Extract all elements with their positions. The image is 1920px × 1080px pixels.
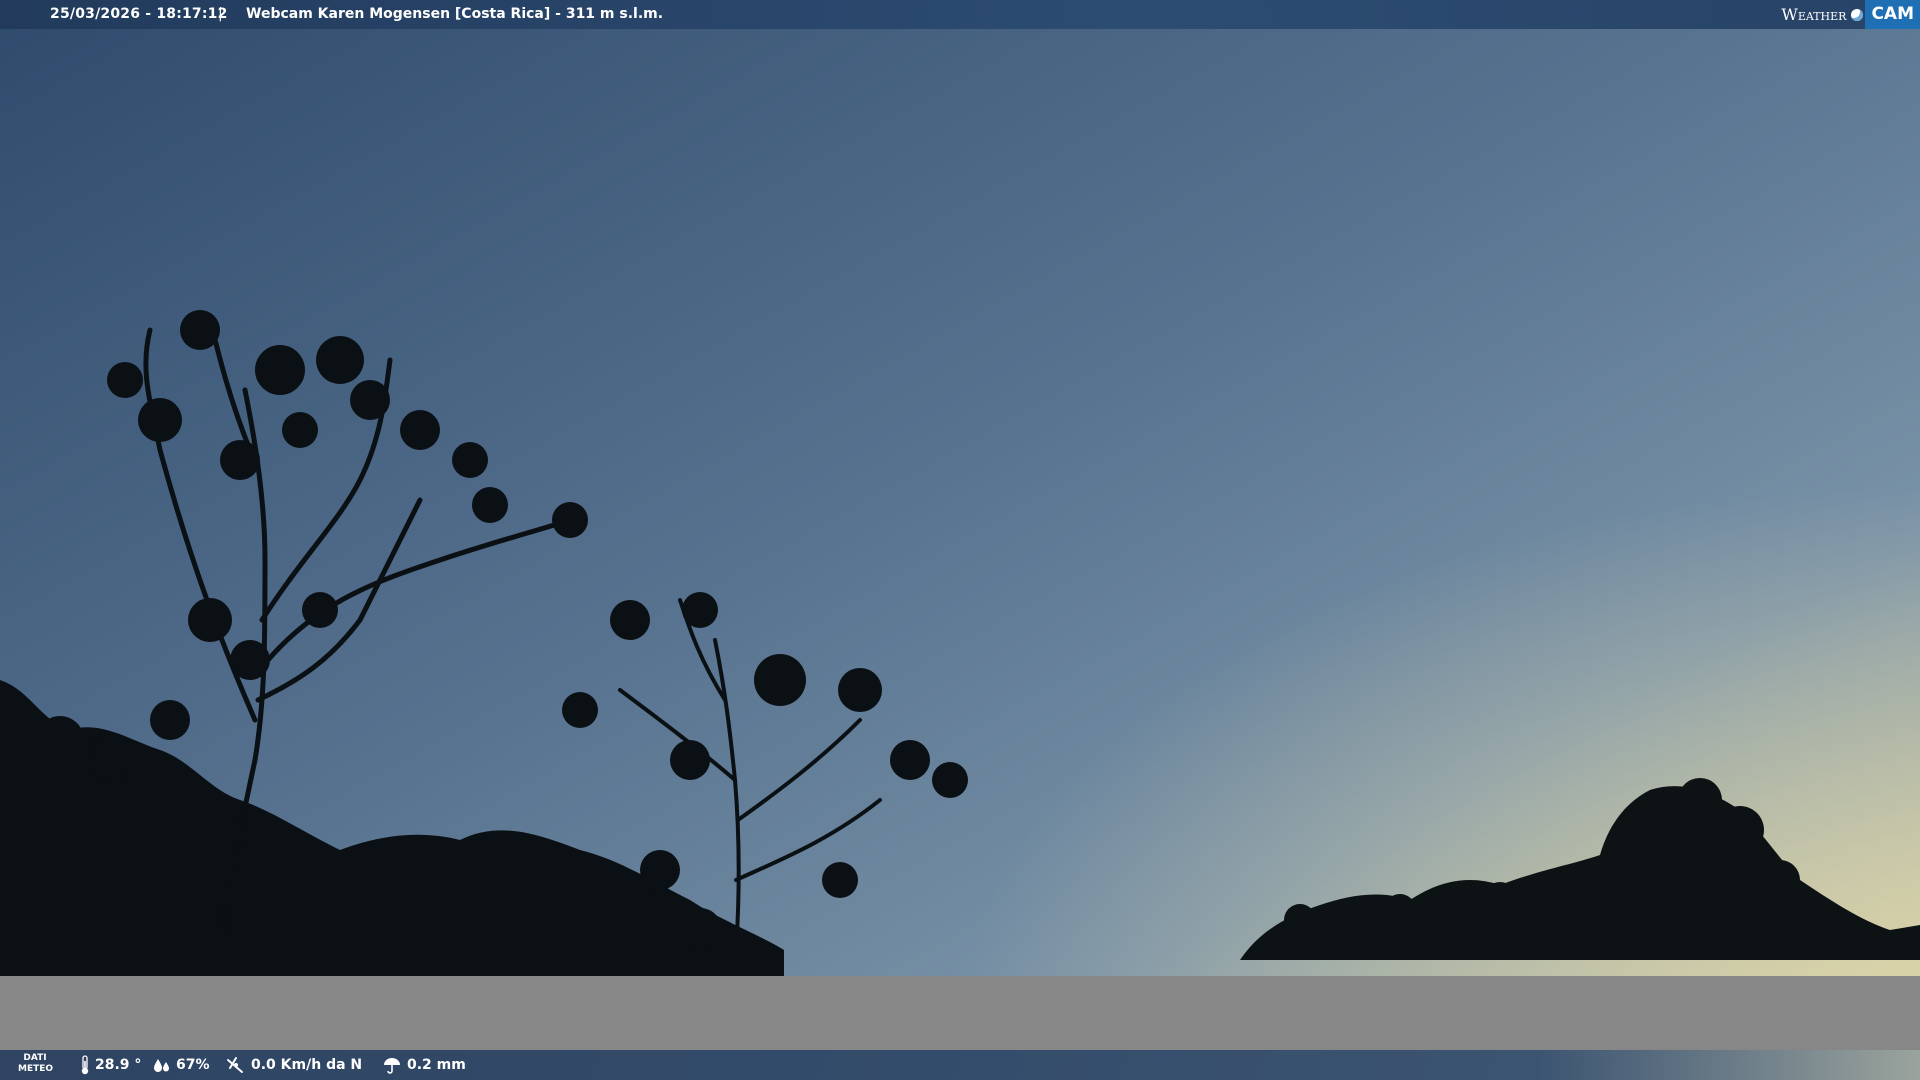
temperature-value: 28.9 ° <box>95 1057 142 1073</box>
logo-cam-text: CAM <box>1865 0 1920 29</box>
wind-value: 0.0 Km/h da N <box>251 1057 363 1073</box>
webcam-image <box>0 0 1920 1080</box>
header-separator: | <box>218 6 223 22</box>
logo-globe-icon <box>1851 8 1864 21</box>
humidity-value: 67% <box>176 1057 210 1073</box>
timestamp: 25/03/2026 - 18:17:12 <box>50 6 228 22</box>
lower-gray-band <box>0 976 1920 1050</box>
weather-bar-label-line1: DATI <box>23 1053 47 1063</box>
weather-bar-label: DATI METEO <box>18 1053 54 1075</box>
webcam-title: Webcam Karen Mogensen [Costa Rica] - 311… <box>246 6 664 22</box>
humidity-drops-icon <box>154 1059 169 1072</box>
logo-weather-text: Weather <box>1781 5 1847 24</box>
weathercam-logo: Weather CAM <box>1781 0 1920 29</box>
rain-umbrella-icon <box>384 1058 400 1074</box>
rain-value: 0.2 mm <box>407 1057 466 1073</box>
wind-icon <box>227 1057 243 1073</box>
rain-reading: 0.2 mm <box>382 1050 466 1080</box>
humidity-reading: 67% <box>153 1050 210 1080</box>
header-bar: 25/03/2026 - 18:17:12 | Webcam Karen Mog… <box>0 0 1920 29</box>
weather-data-bar: DATI METEO 28.9 ° 67% 0.0 Km/h da N 0.2 … <box>0 1050 1920 1080</box>
weather-bar-label-line2: METEO <box>18 1064 54 1074</box>
temperature-reading: 28.9 ° <box>80 1050 141 1080</box>
thermometer-icon <box>81 1055 89 1075</box>
wind-reading: 0.0 Km/h da N <box>226 1050 362 1080</box>
